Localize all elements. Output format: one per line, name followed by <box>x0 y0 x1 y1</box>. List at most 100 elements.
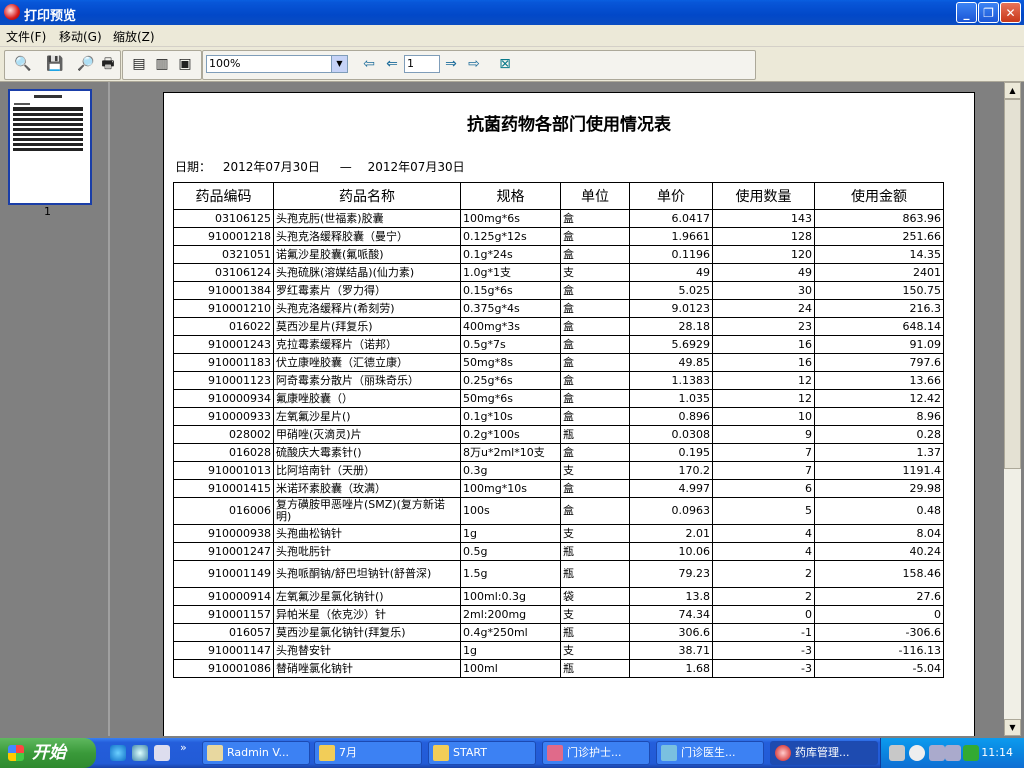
close-button[interactable]: ✕ <box>1000 2 1021 23</box>
table-cell: 648.14 <box>814 317 944 336</box>
maximize-button[interactable]: ❐ <box>978 2 999 23</box>
table-cell: 49.85 <box>629 353 713 372</box>
multi-page-icon[interactable]: ▣ <box>175 54 195 74</box>
table-cell: 氟康唑胶囊（） <box>273 389 461 408</box>
table-cell: 4 <box>712 524 815 543</box>
media-icon[interactable] <box>132 745 148 761</box>
table-cell: 16 <box>712 353 815 372</box>
table-cell: 盒 <box>560 371 630 390</box>
zoom-value: 100% <box>209 57 241 70</box>
table-cell: 49 <box>712 263 815 282</box>
document-view[interactable]: 抗菌药物各部门使用情况表 日期： 2012年07月30日 — 2012年07月3… <box>116 82 1004 736</box>
page-thumbnail[interactable] <box>8 89 92 205</box>
table-cell: 79.23 <box>629 560 713 588</box>
page-setup-icon[interactable]: 🔎 <box>76 54 96 74</box>
minimize-button[interactable]: _ <box>956 2 977 23</box>
last-page-icon[interactable]: ⇨ <box>464 54 484 74</box>
table-cell: 158.46 <box>814 560 944 588</box>
network-icon[interactable] <box>945 745 961 761</box>
start-label: 开始 <box>32 743 66 763</box>
menu-file[interactable]: 文件(F) <box>6 28 46 45</box>
first-page-icon[interactable]: ⇦ <box>359 54 379 74</box>
thumbnail-page-number: 1 <box>44 205 51 218</box>
table-cell: 5.025 <box>629 281 713 300</box>
title-bar[interactable]: 打印预览 _ ❐ ✕ <box>0 0 1024 25</box>
table-cell: 14.35 <box>814 245 944 264</box>
scroll-down-icon[interactable]: ▼ <box>1004 719 1021 736</box>
printer-icon[interactable]: 🖶 <box>98 54 118 74</box>
menu-zoom[interactable]: 缩放(Z) <box>113 28 155 45</box>
table-cell: 910001218 <box>173 227 274 246</box>
table-cell: 50mg*6s <box>460 389 561 408</box>
table-cell: 盒 <box>560 209 630 228</box>
table-header-row: 药品编码 药品名称 规格 单位 单价 使用数量 使用金额 <box>173 182 944 210</box>
table-cell: 40.24 <box>814 542 944 561</box>
vertical-scrollbar[interactable]: ▲ ▼ <box>1004 82 1021 736</box>
date-from: 2012年07月30日 <box>222 160 320 174</box>
network-icon[interactable] <box>929 745 945 761</box>
task-pharmacy[interactable]: 药库管理... <box>770 741 878 765</box>
table-cell: 27.6 <box>814 587 944 606</box>
table-row: 016028 硫酸庆大霉素针() 8万u*2ml*10支盒 0.195 7 1.37 <box>173 443 944 462</box>
table-row: 016006 复方磺胺甲恶唑片(SMZ)(复方新诺明) 100s 盒 0.0963 5 0.… <box>173 497 944 525</box>
save-icon[interactable]: 💾 <box>45 54 65 74</box>
table-cell: 0.15g*6s <box>460 281 561 300</box>
table-cell: 0.4g*250ml <box>460 623 561 642</box>
table-cell: 异帕米星（依克沙）针 <box>273 605 461 624</box>
search-icon[interactable]: 🔍 <box>13 54 33 74</box>
table-cell: 头孢曲松钠针 <box>273 524 461 543</box>
toolbar: 🔍 💾 🔎 🖶 ▤ ▥ ▣ ⇦ ⇐ ⇒ ⇨ ⊠ <box>0 47 1024 82</box>
two-page-icon[interactable]: ▥ <box>152 54 172 74</box>
table-cell: 2.01 <box>629 524 713 543</box>
task-folder-start[interactable]: START <box>428 741 536 765</box>
scroll-up-icon[interactable]: ▲ <box>1004 82 1021 99</box>
table-cell: 910000934 <box>173 389 274 408</box>
table-cell: 替硝唑氯化钠针 <box>273 659 461 678</box>
table-cell: 比阿培南针（天册） <box>273 461 461 480</box>
table-row: 910001384 罗红霉素片（罗力得） 0.15g*6s 盒 5.025 30 150.7… <box>173 281 944 300</box>
task-folder-july[interactable]: 7月 <box>314 741 422 765</box>
one-page-icon[interactable]: ▤ <box>129 54 149 74</box>
table-cell: 16 <box>712 335 815 354</box>
close-preview-icon[interactable]: ⊠ <box>495 54 515 74</box>
table-cell: 910001210 <box>173 299 274 318</box>
table-cell: 910000914 <box>173 587 274 606</box>
task-doctor[interactable]: 门诊医生... <box>656 741 764 765</box>
table-row: 03106125 头孢克肟(世福素)胶囊 100mg*6s 盒 6.0417 143 863… <box>173 209 944 228</box>
task-nurse[interactable]: 门诊护士... <box>542 741 650 765</box>
table-cell: 8万u*2ml*10支 <box>460 443 561 462</box>
table-cell: 2ml:200mg <box>460 605 561 624</box>
desktop-icon[interactable] <box>154 745 170 761</box>
scrollbar-thumb[interactable] <box>1004 99 1021 469</box>
keyboard-icon[interactable] <box>889 745 905 761</box>
table-cell: 瓶 <box>560 659 630 678</box>
table-cell: 阿奇霉素分散片（丽珠奇乐） <box>273 371 461 390</box>
table-cell: 13.8 <box>629 587 713 606</box>
table-cell: 7 <box>712 461 815 480</box>
table-cell: -5.04 <box>814 659 944 678</box>
menu-move[interactable]: 移动(G) <box>59 28 102 45</box>
table-cell: 910001384 <box>173 281 274 300</box>
chevron-left-icon[interactable] <box>909 745 925 761</box>
prev-page-icon[interactable]: ⇐ <box>382 54 402 74</box>
start-button[interactable]: 开始 <box>0 738 96 768</box>
table-row: 016057 莫西沙星氯化钠针(拜复乐) 0.4g*250ml 瓶 306.6 -1 -30… <box>173 623 944 642</box>
ie-icon[interactable] <box>110 745 126 761</box>
table-cell: 910001243 <box>173 335 274 354</box>
chevron-down-icon[interactable]: ▼ <box>331 56 347 72</box>
page-number-input[interactable]: 1 <box>404 55 440 73</box>
column-header: 单价 <box>629 182 713 210</box>
shield-icon[interactable] <box>963 745 979 761</box>
table-cell: 盒 <box>560 497 630 525</box>
table-cell: 盒 <box>560 227 630 246</box>
chevron-right-icon[interactable]: » <box>180 741 187 754</box>
table-cell: 甲硝唑(灭滴灵)片 <box>273 425 461 444</box>
table-cell: 2 <box>712 560 815 588</box>
table-row: 910000934 氟康唑胶囊（） 50mg*6s 盒 1.035 12 12.42 <box>173 389 944 408</box>
zoom-select[interactable]: 100% ▼ <box>206 55 348 73</box>
table-cell: 支 <box>560 641 630 660</box>
task-radmin[interactable]: Radmin V... <box>202 741 310 765</box>
table-cell: 0.5g*7s <box>460 335 561 354</box>
table-row: 910001183 伏立康唑胶囊（汇德立康） 50mg*8s 盒 49.85 16 797.… <box>173 353 944 372</box>
next-page-icon[interactable]: ⇒ <box>441 54 461 74</box>
